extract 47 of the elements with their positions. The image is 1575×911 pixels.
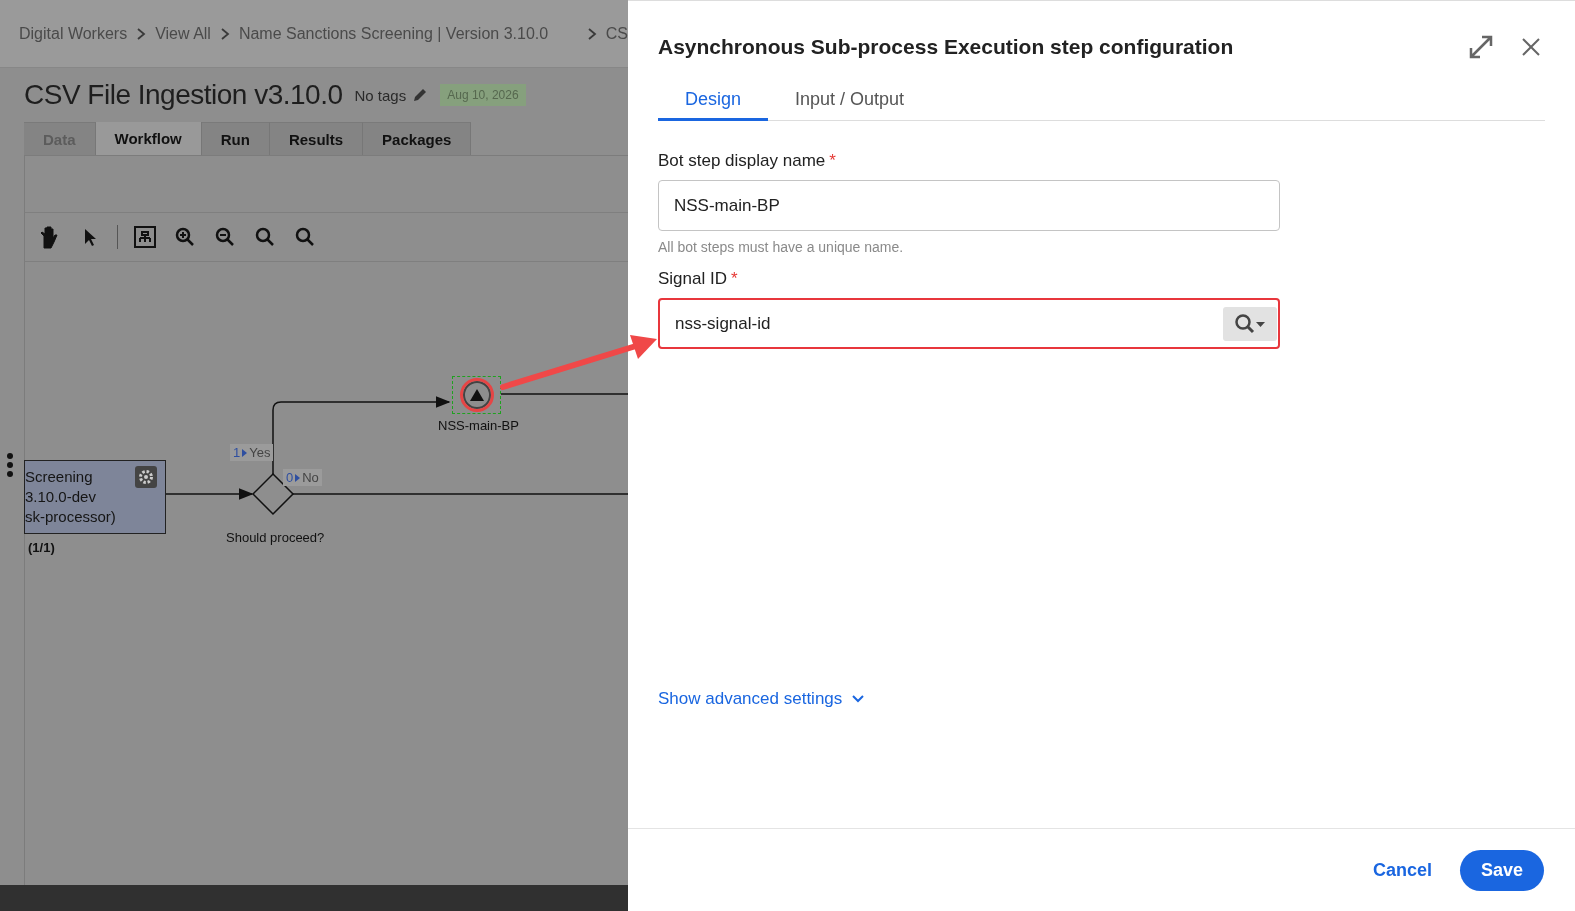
gear-icon[interactable] <box>135 466 157 488</box>
task-node-text: sk-processor) <box>25 507 117 527</box>
page-title: CSV File Ingestion v3.10.0 <box>24 79 343 111</box>
chevron-icon <box>852 695 865 703</box>
expand-button[interactable] <box>1467 33 1495 61</box>
breadcrumb-link[interactable]: Name Sanctions Screening | Version 3.10.0 <box>238 24 549 43</box>
lookup-field[interactable]: nss-signal-id <box>658 298 1280 349</box>
field-label: Bot step display name <box>658 151 826 170</box>
triangle-icon <box>469 389 484 401</box>
tab[interactable]: Packages <box>363 122 472 155</box>
field-label: Signal ID <box>658 269 727 288</box>
tab[interactable]: Design <box>658 89 769 121</box>
task-node[interactable]: Screening 3.10.0-dev sk-processor) <box>24 460 166 534</box>
pencil-icon[interactable] <box>412 87 429 103</box>
lookup-button[interactable] <box>1223 306 1277 341</box>
save-button[interactable]: Save <box>1459 849 1544 891</box>
required-mark: * <box>731 269 738 288</box>
cancel-button[interactable]: Cancel <box>1366 849 1438 891</box>
tab[interactable]: Run <box>201 122 270 155</box>
date-badge: Aug 10, 2026 <box>440 84 526 106</box>
gateway-diamond[interactable] <box>251 472 295 516</box>
advanced-settings-link[interactable]: Show advanced settings <box>658 689 1545 709</box>
dots-icon[interactable] <box>6 452 14 478</box>
triangle-icon <box>295 473 301 482</box>
fit-diagram-icon[interactable] <box>132 224 158 250</box>
task-node-text: 3.10.0-dev <box>25 487 97 507</box>
task-node-text: Screening <box>25 467 94 487</box>
search-icon <box>1234 312 1266 335</box>
breadcrumb-link[interactable]: Digital Workers <box>19 24 128 43</box>
gateway-label: Should proceed? <box>226 530 325 545</box>
branch-label: 1 Yes <box>230 444 274 461</box>
breadcrumb-link[interactable]: CS <box>605 24 628 43</box>
required-mark: * <box>829 151 836 170</box>
branch-label: 0 No <box>283 469 322 486</box>
breadcrumb-link[interactable]: View All <box>155 24 211 43</box>
input-field[interactable]: NSS-main-BP <box>658 180 1280 231</box>
panel-title: Asynchronous Sub-process Execution step configuration <box>658 35 1235 59</box>
tab[interactable]: Results <box>269 122 364 155</box>
signal-node-label: NSS-main-BP <box>438 418 519 433</box>
tab[interactable]: Workflow <box>95 122 202 155</box>
chevron-icon <box>135 26 148 41</box>
triangle-icon <box>242 448 248 457</box>
field-hint: All bot steps must have a unique name. <box>658 239 905 255</box>
tab[interactable]: Input / Output <box>768 89 932 121</box>
task-count: (1/1) <box>28 540 55 555</box>
signal-node[interactable] <box>459 378 494 412</box>
tags-label: No tags <box>354 86 407 104</box>
